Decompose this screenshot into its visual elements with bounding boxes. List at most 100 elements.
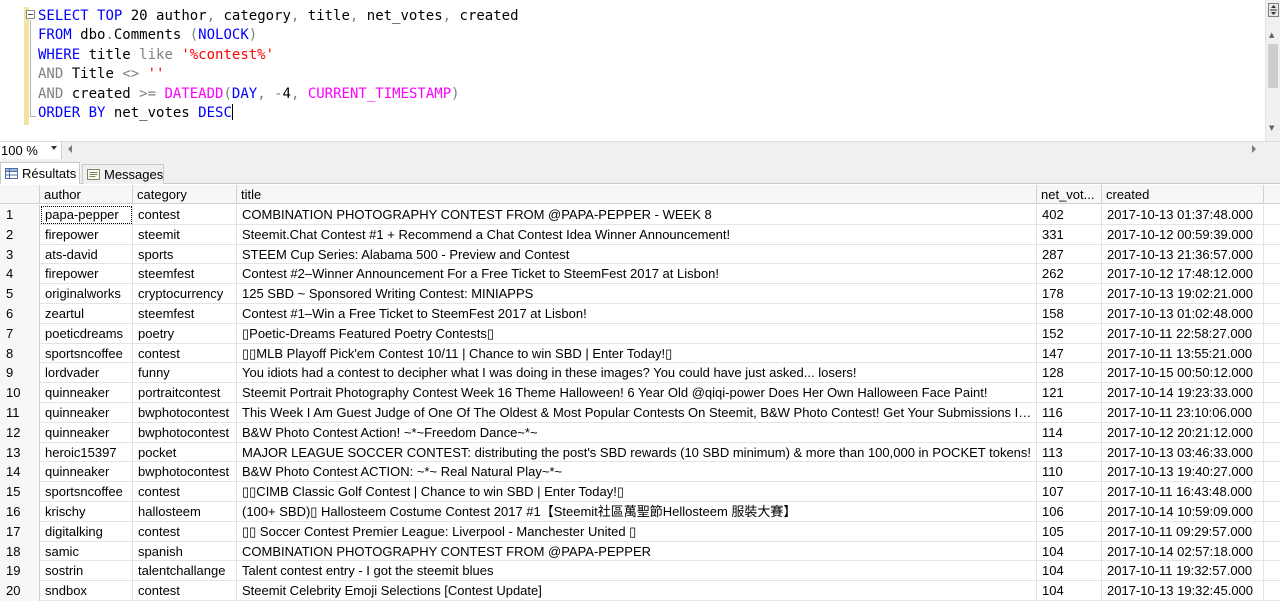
cell-created[interactable]: 2017-10-14 02:57:18.000 (1102, 541, 1264, 562)
cell-title[interactable]: This Week I Am Guest Judge of One Of The… (237, 403, 1037, 423)
cell-created[interactable]: 2017-10-11 19:32:57.000 (1102, 561, 1264, 582)
cell-author[interactable]: quinneaker (40, 383, 133, 403)
sql-line[interactable]: FROM dbo.Comments (NOLOCK) (38, 26, 519, 45)
cell-net-votes[interactable]: 152 (1037, 323, 1102, 344)
zoom-select[interactable]: 100 % (0, 142, 62, 159)
cell-created[interactable]: 2017-10-13 19:32:45.000 (1102, 581, 1264, 601)
cell-author[interactable]: samic (40, 541, 133, 562)
row-header-corner[interactable] (0, 185, 40, 204)
cell-title[interactable]: Steemit Celebrity Emoji Selections [Cont… (237, 581, 1037, 601)
row-number[interactable]: 6 (0, 304, 40, 324)
cell-category[interactable]: bwphotocontest (133, 422, 237, 443)
cell-net-votes[interactable]: 287 (1037, 244, 1102, 265)
row-number[interactable]: 18 (0, 541, 40, 562)
cell-author[interactable]: sndbox (40, 581, 133, 601)
cell-author[interactable]: digitalking (40, 521, 133, 542)
cell-author[interactable]: heroic15397 (40, 442, 133, 463)
cell-net-votes[interactable]: 128 (1037, 363, 1102, 384)
cell-title[interactable]: B&W Photo Contest ACTION: ~*~ Real Natur… (237, 462, 1037, 483)
row-number[interactable]: 7 (0, 323, 40, 344)
chevron-down-icon[interactable] (51, 146, 57, 150)
cell-net-votes[interactable]: 106 (1037, 502, 1102, 522)
cell-category[interactable]: contest (133, 521, 237, 542)
cell-category[interactable]: bwphotocontest (133, 403, 237, 423)
sql-line[interactable]: WHERE title like '%contest%' (38, 46, 519, 65)
sql-line[interactable]: SELECT TOP 20 author, category, title, n… (38, 7, 519, 26)
row-number[interactable]: 20 (0, 581, 40, 601)
results-grid[interactable]: author category title net_vot... created… (0, 185, 1280, 614)
table-row[interactable]: 16 krischy hallosteem (100+ SBD)▯ Hallostee… (0, 502, 1280, 522)
scroll-down-icon[interactable]: ▼ (1269, 124, 1274, 132)
cell-net-votes[interactable]: 147 (1037, 343, 1102, 364)
row-number[interactable]: 17 (0, 521, 40, 542)
column-header-title[interactable]: title (237, 185, 1037, 204)
cell-category[interactable]: hallosteem (133, 502, 237, 522)
table-row[interactable]: 13 heroic15397 pocket MAJOR LEAGUE SOCCER C… (0, 442, 1280, 463)
table-row[interactable]: 14 quinneaker bwphotocontest B&W Photo Cont… (0, 462, 1280, 483)
cell-created[interactable]: 2017-10-12 17:48:12.000 (1102, 264, 1264, 285)
cell-title[interactable]: (100+ SBD)▯ Hallosteem Costume Contest 2… (237, 502, 1037, 522)
scroll-left-icon[interactable] (68, 145, 72, 153)
split-view-icon[interactable] (1268, 3, 1279, 17)
cell-title[interactable]: MAJOR LEAGUE SOCCER CONTEST: distributin… (237, 442, 1037, 463)
cell-title[interactable]: COMBINATION PHOTOGRAPHY CONTEST FROM @PA… (237, 205, 1037, 225)
row-number[interactable]: 11 (0, 403, 40, 423)
cell-category[interactable]: steemfest (133, 264, 237, 285)
cell-created[interactable]: 2017-10-11 22:58:27.000 (1102, 323, 1264, 344)
sql-code[interactable]: SELECT TOP 20 author, category, title, n… (38, 7, 519, 123)
cell-net-votes[interactable]: 402 (1037, 205, 1102, 225)
cell-net-votes[interactable]: 116 (1037, 403, 1102, 423)
cell-category[interactable]: contest (133, 205, 237, 225)
cell-author[interactable]: firepower (40, 224, 133, 245)
editor-vertical-scrollbar[interactable]: ▲ ▼ (1265, 0, 1280, 141)
table-row[interactable]: 8 sportsncoffee contest ▯▯MLB Playoff Pick'… (0, 343, 1280, 364)
cell-category[interactable]: steemit (133, 224, 237, 245)
cell-created[interactable]: 2017-10-13 19:02:21.000 (1102, 284, 1264, 304)
cell-category[interactable]: spanish (133, 541, 237, 562)
table-row[interactable]: 3 ats-david sports STEEM Cup Series: Alabam… (0, 244, 1280, 265)
column-header-created[interactable]: created (1102, 185, 1264, 204)
cell-created[interactable]: 2017-10-14 10:59:09.000 (1102, 502, 1264, 522)
cell-net-votes[interactable]: 114 (1037, 422, 1102, 443)
cell-created[interactable]: 2017-10-15 00:50:12.000 (1102, 363, 1264, 384)
table-row[interactable]: 10 quinneaker portraitcontest Steemit Portr… (0, 383, 1280, 403)
cell-title[interactable]: B&W Photo Contest Action! ~*~Freedom Dan… (237, 422, 1037, 443)
cell-category[interactable]: bwphotocontest (133, 462, 237, 483)
row-number[interactable]: 8 (0, 343, 40, 364)
tab-results[interactable]: Résultats (0, 162, 80, 184)
cell-category[interactable]: poetry (133, 323, 237, 344)
cell-title[interactable]: Steemit Portrait Photography Contest Wee… (237, 383, 1037, 403)
cell-author[interactable]: lordvader (40, 363, 133, 384)
table-row[interactable]: 11 quinneaker bwphotocontest This Week I Am… (0, 403, 1280, 423)
cell-category[interactable]: contest (133, 482, 237, 502)
row-number[interactable]: 15 (0, 482, 40, 502)
collapse-toggle-icon[interactable] (26, 10, 35, 19)
scroll-up-icon[interactable]: ▲ (1269, 31, 1274, 39)
row-number[interactable]: 9 (0, 363, 40, 384)
cell-created[interactable]: 2017-10-13 21:36:57.000 (1102, 244, 1264, 265)
tab-messages[interactable]: Messages (82, 164, 164, 184)
row-number[interactable]: 13 (0, 442, 40, 463)
cell-created[interactable]: 2017-10-11 23:10:06.000 (1102, 403, 1264, 423)
row-number[interactable]: 12 (0, 422, 40, 443)
cell-net-votes[interactable]: 331 (1037, 224, 1102, 245)
table-row[interactable]: 7 poeticdreams poetry ▯Poetic-Dreams Featur… (0, 323, 1280, 344)
column-header-net-votes[interactable]: net_vot... (1037, 185, 1102, 204)
cell-net-votes[interactable]: 110 (1037, 462, 1102, 483)
table-row[interactable]: 1 papa-pepper contest COMBINATION PHOTOGRAP… (0, 205, 1280, 225)
cell-author[interactable]: papa-pepper (40, 205, 133, 225)
row-number[interactable]: 16 (0, 502, 40, 522)
cell-created[interactable]: 2017-10-12 00:59:39.000 (1102, 224, 1264, 245)
cell-category[interactable]: contest (133, 343, 237, 364)
cell-title[interactable]: ▯Poetic-Dreams Featured Poetry Contests▯ (237, 323, 1037, 344)
row-number[interactable]: 14 (0, 462, 40, 483)
cell-net-votes[interactable]: 262 (1037, 264, 1102, 285)
cell-created[interactable]: 2017-10-11 09:29:57.000 (1102, 521, 1264, 542)
cell-category[interactable]: contest (133, 581, 237, 601)
cell-author[interactable]: zeartul (40, 304, 133, 324)
cell-title[interactable]: STEEM Cup Series: Alabama 500 - Preview … (237, 244, 1037, 265)
table-row[interactable]: 18 samic spanish COMBINATION PHOTOGRAPHY CO… (0, 541, 1280, 562)
scroll-thumb[interactable] (1268, 44, 1278, 88)
table-row[interactable]: 17 digitalking contest ▯▯ Soccer Contest Pr… (0, 521, 1280, 542)
cell-title[interactable]: Steemit.Chat Contest #1 + Recommend a Ch… (237, 224, 1037, 245)
